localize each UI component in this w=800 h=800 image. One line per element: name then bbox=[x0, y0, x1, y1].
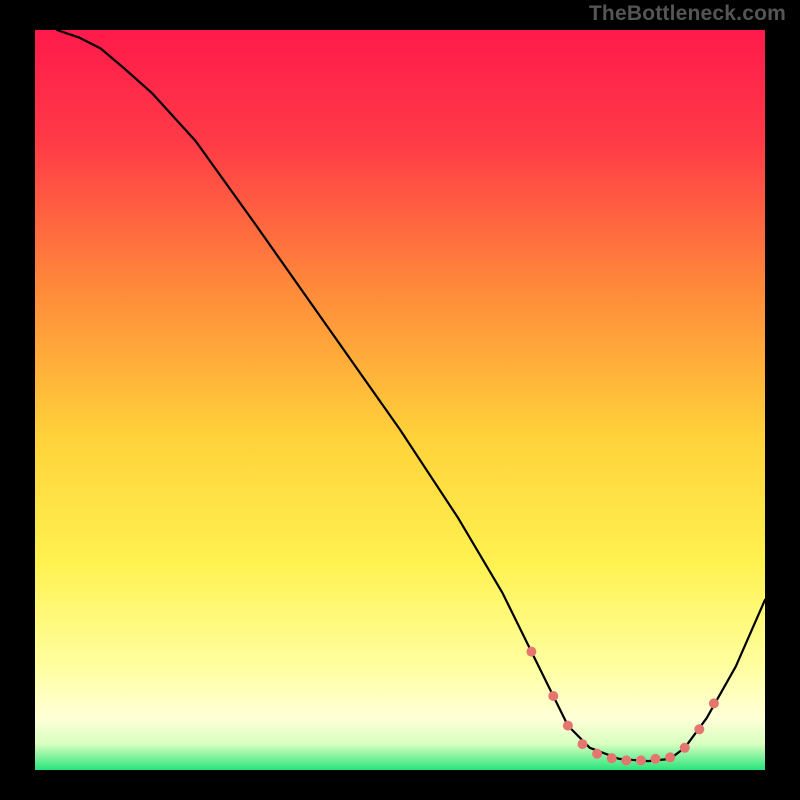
dot-highlight-dots bbox=[548, 691, 558, 701]
dot-highlight-dots bbox=[621, 755, 631, 765]
gradient-background bbox=[35, 30, 765, 770]
dot-highlight-dots bbox=[607, 753, 617, 763]
dot-highlight-dots bbox=[592, 749, 602, 759]
dot-highlight-dots bbox=[563, 721, 573, 731]
dot-highlight-dots bbox=[651, 754, 661, 764]
dot-highlight-dots bbox=[526, 647, 536, 657]
dot-highlight-dots bbox=[694, 724, 704, 734]
chart-svg bbox=[35, 30, 765, 770]
dot-highlight-dots bbox=[709, 698, 719, 708]
dot-highlight-dots bbox=[578, 739, 588, 749]
plot-area bbox=[35, 30, 765, 770]
chart-frame: TheBottleneck.com bbox=[0, 0, 800, 800]
dot-highlight-dots bbox=[636, 755, 646, 765]
dot-highlight-dots bbox=[665, 752, 675, 762]
dot-highlight-dots bbox=[680, 743, 690, 753]
watermark-text: TheBottleneck.com bbox=[589, 2, 786, 26]
